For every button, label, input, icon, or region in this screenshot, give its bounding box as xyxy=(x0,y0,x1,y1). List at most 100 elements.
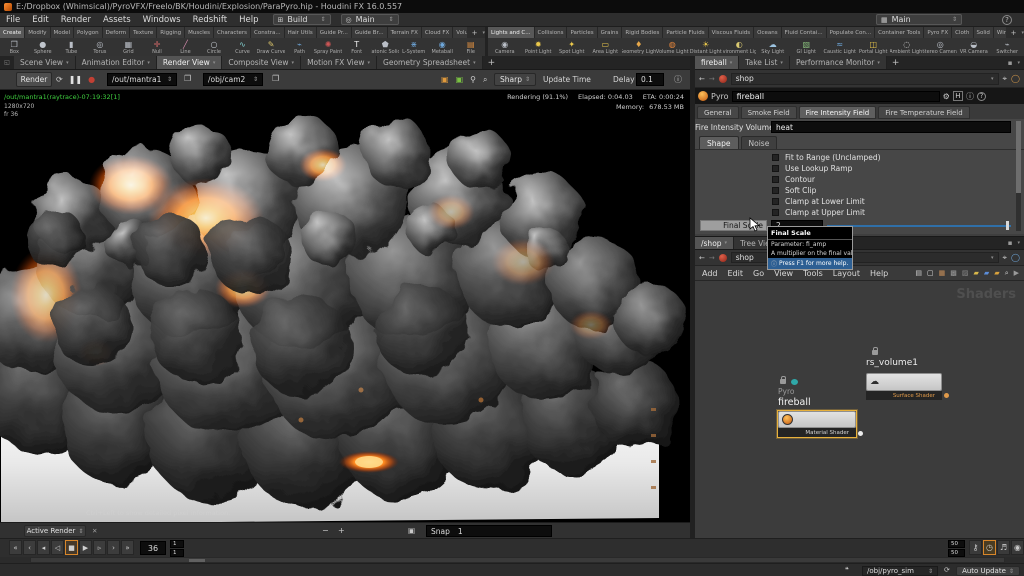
spray-paint-tool[interactable]: ✺ Spray Paint xyxy=(314,38,343,57)
forward-icon[interactable]: → xyxy=(709,75,715,83)
network-toolbar-icon[interactable]: ▶ xyxy=(1014,269,1019,277)
forward-icon[interactable]: → xyxy=(709,254,715,262)
shelf-tab[interactable]: Particles xyxy=(567,27,597,38)
path-field[interactable]: shop ▾ xyxy=(731,73,999,85)
fire-intensity-volume-field[interactable]: heat xyxy=(771,121,1011,133)
l-system-tool[interactable]: ⋇ L-System xyxy=(399,38,428,57)
add-pane-tab-button[interactable]: + xyxy=(483,58,501,68)
shelf-tab[interactable]: Deform xyxy=(103,27,130,38)
param-tab[interactable]: Smoke Field xyxy=(741,106,797,119)
slider-handle[interactable] xyxy=(1006,221,1009,230)
caustic-light-tool[interactable]: ≈ Caustic Light xyxy=(823,38,857,57)
grid-tool[interactable]: ▦ Grid xyxy=(114,38,143,57)
network-toolbar-icon[interactable]: ▢ xyxy=(927,269,934,277)
curve-tool[interactable]: ∿ Curve xyxy=(228,38,257,57)
pane-tab[interactable]: /shop▾ xyxy=(695,237,734,249)
shelf-tab[interactable]: Create xyxy=(0,27,25,38)
network-toolbar-icon[interactable]: ▦ xyxy=(939,269,946,277)
help-card-icon[interactable]: H xyxy=(953,91,963,101)
re-render-icon[interactable]: ⟳ xyxy=(56,75,63,84)
shelf-tab[interactable]: Pyro FX xyxy=(924,27,952,38)
volume-light-tool[interactable]: ◍ Volume Light xyxy=(656,38,690,57)
node-name-field[interactable]: fireball xyxy=(732,91,940,102)
back-icon[interactable]: ← xyxy=(699,75,705,83)
checkbox[interactable] xyxy=(772,165,779,172)
link-icon[interactable]: ◯ xyxy=(1011,74,1020,83)
pane-tab[interactable]: Geometry Spreadsheet▾ xyxy=(377,56,483,69)
node-name[interactable]: fireball xyxy=(778,397,811,408)
back-icon[interactable]: ← xyxy=(699,254,705,262)
pane-tab[interactable]: Render View▾ xyxy=(157,56,222,69)
pause-render-icon[interactable]: ❚❚ xyxy=(69,75,82,84)
delay-field[interactable]: 0.1 xyxy=(636,73,664,86)
shelf-tab[interactable]: Grains xyxy=(598,27,623,38)
shelf-tab[interactable]: Polygon xyxy=(74,27,103,38)
pane-tab[interactable]: fireball▾ xyxy=(695,56,739,69)
pane-tab[interactable]: Composite View▾ xyxy=(222,56,301,69)
pane-tab[interactable]: Scene View▾ xyxy=(14,56,76,69)
play-reverse-button[interactable]: ◁ xyxy=(51,540,64,555)
menu-item[interactable]: Render xyxy=(55,15,97,25)
file-tool[interactable]: ▤ File xyxy=(457,38,486,57)
copy-rop-icon[interactable]: ❐ xyxy=(184,74,191,83)
stereo-camera-tool[interactable]: ◎ Stereo Camera xyxy=(924,38,958,57)
menu-item[interactable]: Assets xyxy=(97,15,137,25)
recook-icon[interactable]: ⟳ xyxy=(944,566,950,574)
checkbox[interactable] xyxy=(772,176,779,183)
node-name[interactable]: rs_volume1 xyxy=(866,358,918,368)
font-tool[interactable]: T Font xyxy=(342,38,371,57)
shelf-tab[interactable]: Collisions xyxy=(535,27,568,38)
circle-tool[interactable]: ○ Circle xyxy=(200,38,229,57)
jump-end-button[interactable]: » xyxy=(121,540,134,555)
network-toolbar-icon[interactable]: ▩ xyxy=(950,269,957,277)
line-tool[interactable]: ╱ Line xyxy=(171,38,200,57)
shelf-tab[interactable]: Hair Utils xyxy=(285,27,317,38)
param-tab[interactable]: General xyxy=(697,106,739,119)
zoom-in-icon[interactable]: + xyxy=(338,526,345,535)
network-toolbar-icon[interactable]: ▰ xyxy=(994,269,999,277)
render-region-icon[interactable]: ▣ xyxy=(441,75,449,84)
box-tool[interactable]: ❒ Box xyxy=(0,38,29,57)
jump-start-button[interactable]: « xyxy=(9,540,22,555)
sim-cache-icon[interactable]: ◉ xyxy=(1011,540,1024,555)
menu-item[interactable]: Add xyxy=(697,269,723,278)
menu-item[interactable]: Redshift xyxy=(187,15,234,25)
help-icon[interactable]: ? xyxy=(1002,15,1012,25)
stop-render-icon[interactable]: ● xyxy=(88,75,95,84)
shelf-tab[interactable]: Rigid Bodies xyxy=(622,27,663,38)
network-toolbar-icon[interactable]: ▰ xyxy=(974,269,979,277)
shelf-tab[interactable]: Model xyxy=(51,27,75,38)
subtab[interactable]: Noise xyxy=(741,136,778,149)
geometry-light-tool[interactable]: ♦ Geometry Light xyxy=(622,38,656,57)
vr-camera-tool[interactable]: ◒ VR Camera xyxy=(957,38,991,57)
gear-icon[interactable]: ⚙ xyxy=(943,92,950,101)
prev-keyframe-button[interactable]: ‹ xyxy=(23,540,36,555)
tab-caret-icon[interactable]: ▾ xyxy=(780,60,783,66)
maximize-pane-icon[interactable]: ▪ xyxy=(1008,239,1013,247)
add-shelf-tab-button[interactable]: + xyxy=(467,29,483,37)
tab-caret-icon[interactable]: ▾ xyxy=(147,60,150,66)
rop-path-selector[interactable]: /out/mantra1⇕ xyxy=(107,73,177,86)
shelf-tab[interactable]: Populate Con... xyxy=(827,27,876,38)
menu-item[interactable]: Help xyxy=(865,269,893,278)
tab-caret-icon[interactable]: ▾ xyxy=(473,60,476,66)
shelf-tab[interactable]: Texture xyxy=(130,27,157,38)
shelf-tab[interactable]: Muscles xyxy=(185,27,214,38)
radial-menu-selector[interactable]: ◎ Main ⇕ xyxy=(341,14,399,25)
next-keyframe-button[interactable]: › xyxy=(107,540,120,555)
scrollbar-thumb[interactable] xyxy=(1016,121,1021,193)
render-button[interactable]: Render xyxy=(16,72,52,87)
shelf-tab[interactable]: Cloud FX xyxy=(422,27,453,38)
take-selector[interactable]: ▦ Main ⇕ xyxy=(876,14,962,25)
param-tab[interactable]: Fire Intensity Field xyxy=(799,106,877,119)
pane-tab[interactable]: Animation Editor▾ xyxy=(76,56,157,69)
render-viewport[interactable]: /out/mantra1(raytrace)-07:19:32[1] 1280x… xyxy=(0,90,690,522)
audio-icon[interactable]: ♬ xyxy=(997,540,1010,555)
network-toolbar-icon[interactable]: ▤ xyxy=(915,269,922,277)
pane-tab[interactable]: Take List▾ xyxy=(739,56,790,69)
copy-camera-icon[interactable]: ❐ xyxy=(272,74,279,83)
spot-light-tool[interactable]: ✦ Spot Light xyxy=(555,38,589,57)
shelf-tab[interactable]: Cloth xyxy=(952,27,973,38)
param-tab[interactable]: Fire Temperature Field xyxy=(878,106,969,119)
gamma-icon[interactable]: ⚲ xyxy=(470,75,476,84)
